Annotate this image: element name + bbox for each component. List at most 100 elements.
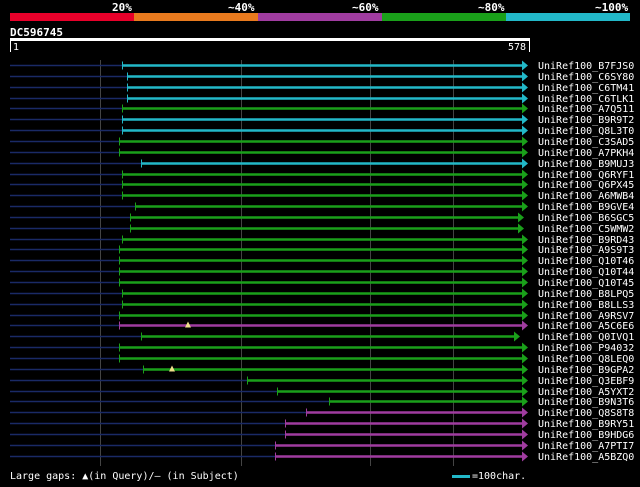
- hit-end-arrow: [522, 147, 528, 158]
- hit-end-arrow: [522, 266, 528, 277]
- hit-row[interactable]: UniRef100_Q6PX45: [10, 179, 634, 192]
- scale-label: =100char.: [472, 471, 527, 482]
- hit-end-arrow: [522, 299, 528, 310]
- hit-label[interactable]: UniRef100_Q6PX45: [538, 180, 634, 191]
- hit-row[interactable]: UniRef100_B9GPA2: [10, 364, 634, 377]
- hit-row[interactable]: UniRef100_C3SAD5: [10, 136, 634, 149]
- hit-end-arrow: [522, 158, 528, 169]
- hit-end-arrow: [522, 310, 528, 321]
- hit-row[interactable]: UniRef100_B9R9T2: [10, 114, 634, 127]
- hit-end-arrow: [522, 93, 528, 104]
- hit-label[interactable]: UniRef100_B8LPQ5: [538, 289, 634, 300]
- hit-row[interactable]: UniRef100_B8LPQ5: [10, 288, 634, 301]
- hit-label[interactable]: UniRef100_B9GPA2: [538, 365, 634, 376]
- hit-label[interactable]: UniRef100_Q10T46: [538, 256, 634, 267]
- hit-label[interactable]: UniRef100_A7Q511: [538, 104, 634, 115]
- hit-row[interactable]: UniRef100_A7Q511: [10, 103, 634, 116]
- hit-end-arrow: [522, 201, 528, 212]
- hit-end-arrow: [518, 223, 524, 234]
- hit-row[interactable]: UniRef100_A5BZQ0: [10, 451, 634, 464]
- hit-end-arrow: [514, 331, 520, 342]
- hit-row[interactable]: UniRef100_Q8S8T8: [10, 407, 634, 420]
- hit-row[interactable]: UniRef100_P94032: [10, 342, 634, 355]
- hit-label[interactable]: UniRef100_A5BZQ0: [538, 452, 634, 463]
- hit-label[interactable]: UniRef100_A7PKH4: [538, 148, 634, 159]
- hit-label[interactable]: UniRef100_Q0IVQ1: [538, 332, 634, 343]
- hit-row[interactable]: UniRef100_B9MUJ3: [10, 158, 634, 171]
- hit-label[interactable]: UniRef100_Q3EBF9: [538, 376, 634, 387]
- hit-row[interactable]: UniRef100_Q3EBF9: [10, 375, 634, 388]
- hit-label[interactable]: UniRef100_Q8S8T8: [538, 408, 634, 419]
- hit-label[interactable]: UniRef100_Q8L3T0: [538, 126, 634, 137]
- hit-row[interactable]: UniRef100_A9S9T3: [10, 244, 634, 257]
- hit-rows: UniRef100_B7FJS0UniRef100_C6SY80UniRef10…: [10, 60, 634, 464]
- hit-end-arrow: [522, 125, 528, 136]
- hit-label[interactable]: UniRef100_C6TM41: [538, 83, 634, 94]
- hit-end-arrow: [522, 244, 528, 255]
- hit-label[interactable]: UniRef100_P94032: [538, 343, 634, 354]
- hit-label[interactable]: UniRef100_C3SAD5: [538, 137, 634, 148]
- hit-row[interactable]: UniRef100_Q10T46: [10, 255, 634, 268]
- hit-label[interactable]: UniRef100_B9GVE4: [538, 202, 634, 213]
- hit-label[interactable]: UniRef100_C5WMW2: [538, 224, 634, 235]
- hit-label[interactable]: UniRef100_B6SGC5: [538, 213, 634, 224]
- hit-end-arrow: [522, 418, 528, 429]
- hit-label[interactable]: UniRef100_B9N3T6: [538, 397, 634, 408]
- scale-legend: =100char.: [452, 471, 526, 482]
- hit-end-arrow: [522, 407, 528, 418]
- hit-row[interactable]: UniRef100_B9GVE4: [10, 201, 634, 214]
- hit-end-arrow: [522, 169, 528, 180]
- hit-end-arrow: [522, 353, 528, 364]
- hit-row[interactable]: UniRef100_C6SY80: [10, 71, 634, 84]
- hit-label[interactable]: UniRef100_B9HDG6: [538, 430, 634, 441]
- hit-label[interactable]: UniRef100_A9S9T3: [538, 245, 634, 256]
- hit-label[interactable]: UniRef100_A6MWB4: [538, 191, 634, 202]
- hit-row[interactable]: UniRef100_B9HDG6: [10, 429, 634, 442]
- hit-end-arrow: [522, 82, 528, 93]
- hit-label[interactable]: UniRef100_B9R9T2: [538, 115, 634, 126]
- hit-row[interactable]: UniRef100_C5WMW2: [10, 223, 634, 236]
- large-gaps-legend: Large gaps: ▲(in Query)/– (in Subject): [10, 471, 239, 482]
- hit-label[interactable]: UniRef100_C6SY80: [538, 72, 634, 83]
- hit-end-arrow: [522, 375, 528, 386]
- hit-row[interactable]: UniRef100_C6TM41: [10, 82, 634, 95]
- hit-end-arrow: [522, 136, 528, 147]
- hit-row[interactable]: UniRef100_A6MWB4: [10, 190, 634, 203]
- hit-end-arrow: [522, 429, 528, 440]
- hit-label[interactable]: UniRef100_Q10T44: [538, 267, 634, 278]
- hit-row[interactable]: UniRef100_B7FJS0: [10, 60, 634, 73]
- hit-label[interactable]: UniRef100_Q8LEQ0: [538, 354, 634, 365]
- hit-row[interactable]: UniRef100_B8LLS3: [10, 299, 634, 312]
- hit-label[interactable]: UniRef100_B8LLS3: [538, 300, 634, 311]
- hit-label[interactable]: UniRef100_A5C6E6: [538, 321, 634, 332]
- hit-end-arrow: [522, 451, 528, 462]
- hit-label[interactable]: UniRef100_B7FJS0: [538, 61, 634, 72]
- hit-row[interactable]: UniRef100_Q10T44: [10, 266, 634, 279]
- hit-end-arrow: [522, 342, 528, 353]
- hit-row[interactable]: UniRef100_Q0IVQ1: [10, 331, 634, 344]
- hit-label[interactable]: UniRef100_A7PTI7: [538, 441, 634, 452]
- hit-end-arrow: [522, 440, 528, 451]
- hit-end-arrow: [522, 71, 528, 82]
- hit-end-arrow: [518, 212, 524, 223]
- hit-row[interactable]: UniRef100_Q8L3T0: [10, 125, 634, 138]
- hit-row[interactable]: UniRef100_B9RY51: [10, 418, 634, 431]
- hit-end-arrow: [522, 396, 528, 407]
- hit-label[interactable]: UniRef100_Q10T45: [538, 278, 634, 289]
- hit-label[interactable]: UniRef100_B9MUJ3: [538, 159, 634, 170]
- hit-row[interactable]: UniRef100_Q8LEQ0: [10, 353, 634, 366]
- hit-end-arrow: [522, 190, 528, 201]
- hit-end-arrow: [522, 114, 528, 125]
- hit-row[interactable]: UniRef100_B6SGC5: [10, 212, 634, 225]
- hit-row[interactable]: UniRef100_A7PTI7: [10, 440, 634, 453]
- hit-end-arrow: [522, 234, 528, 245]
- hit-row[interactable]: UniRef100_B9N3T6: [10, 396, 634, 409]
- hit-alignments: UniRef100_B7FJS0UniRef100_C6SY80UniRef10…: [10, 60, 634, 466]
- hit-label[interactable]: UniRef100_B9RY51: [538, 419, 634, 430]
- hit-row[interactable]: UniRef100_A7PKH4: [10, 147, 634, 160]
- hit-row[interactable]: UniRef100_A5C6E6: [10, 320, 634, 333]
- hit-end-arrow: [522, 320, 528, 331]
- hit-end-arrow: [522, 364, 528, 375]
- hit-row[interactable]: UniRef100_Q10T45: [10, 277, 634, 290]
- hit-end-arrow: [522, 288, 528, 299]
